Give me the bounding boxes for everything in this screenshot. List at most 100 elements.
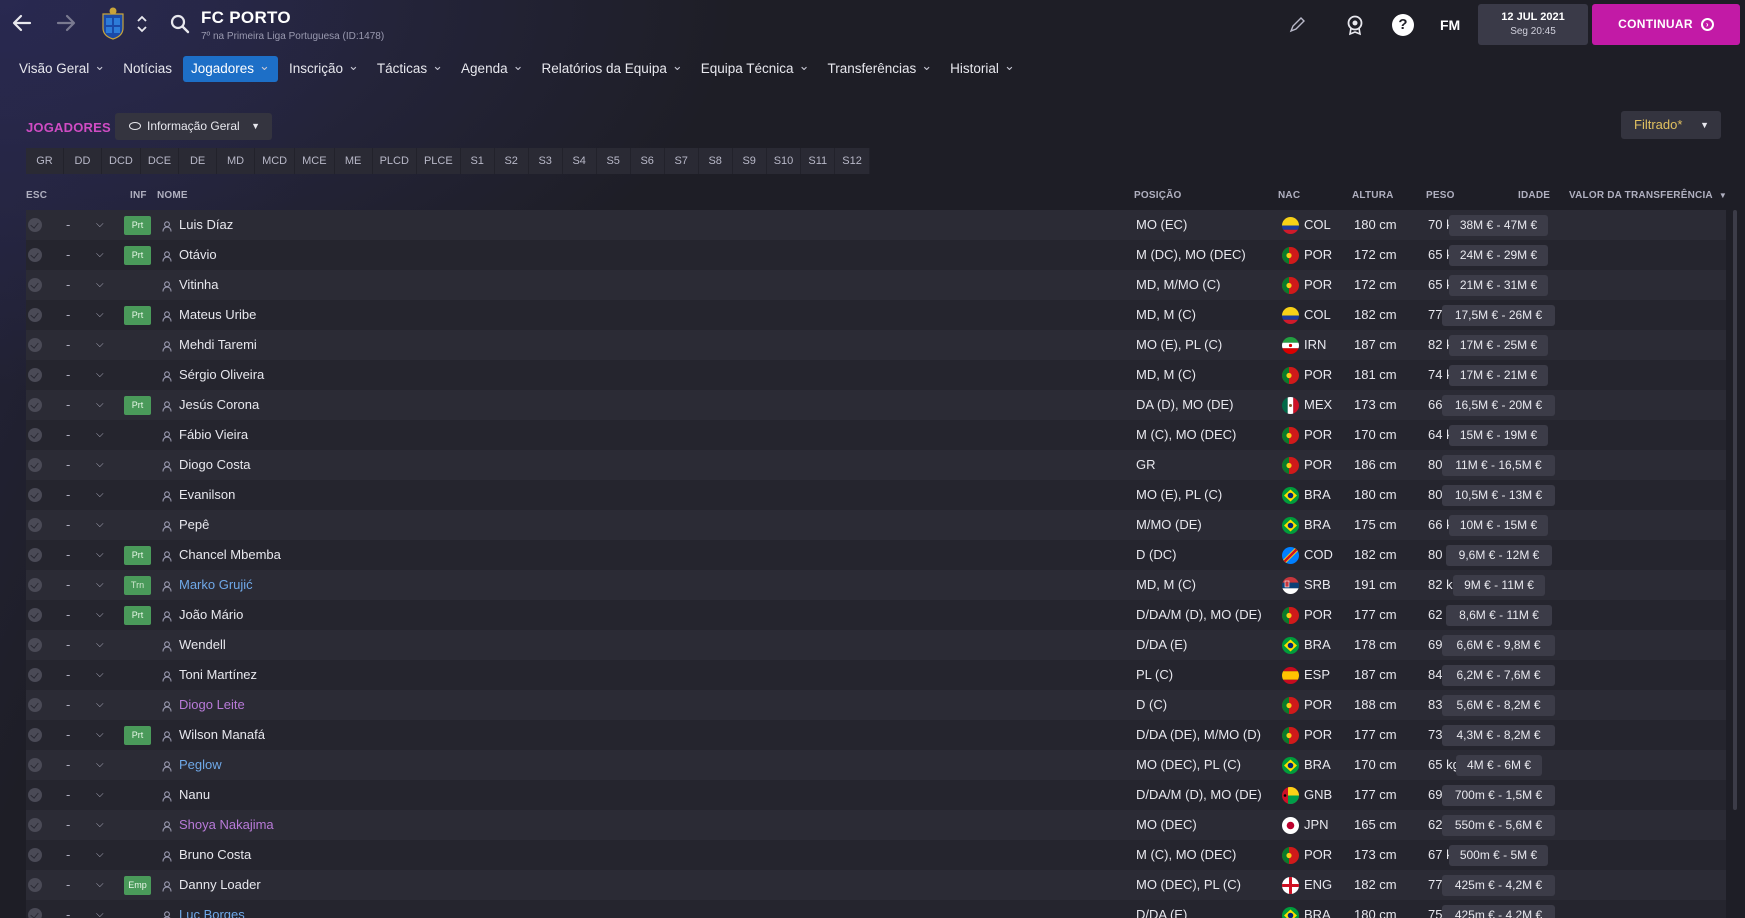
position-filter-chip[interactable]: S2 — [494, 148, 529, 174]
player-name[interactable]: Bruno Costa — [179, 840, 251, 870]
player-nationality[interactable]: POR — [1304, 270, 1332, 300]
menu-item-0[interactable]: Visão Geral ⌄ — [12, 56, 112, 82]
club-title[interactable]: FC PORTO — [201, 8, 291, 28]
menu-item-4[interactable]: Tácticas ⌄ — [370, 56, 450, 82]
select-check-icon[interactable] — [28, 338, 42, 352]
select-check-icon[interactable] — [28, 788, 42, 802]
fm-logo[interactable]: FM — [1440, 17, 1460, 33]
menu-item-3[interactable]: Inscrição ⌄ — [282, 56, 366, 82]
player-nationality[interactable]: COL — [1304, 210, 1331, 240]
player-nationality[interactable]: POR — [1304, 690, 1332, 720]
player-nationality[interactable]: BRA — [1304, 630, 1331, 660]
row-expand-chevron-icon[interactable]: ⌵ — [96, 540, 104, 570]
info-badge[interactable]: Prt — [124, 216, 151, 235]
position-filter-chip[interactable]: GR — [26, 148, 64, 174]
table-row[interactable]: - ⌵ Emp Danny Loader MO (DEC), PL (C) ENG 182 … — [26, 870, 1726, 900]
column-header-altura[interactable]: ALTURA — [1352, 190, 1394, 201]
menu-item-5[interactable]: Agenda ⌄ — [454, 56, 530, 82]
player-nationality[interactable]: ESP — [1304, 660, 1330, 690]
player-name[interactable]: Diogo Leite — [179, 690, 245, 720]
select-check-icon[interactable] — [28, 248, 42, 262]
award-icon[interactable] — [1344, 14, 1366, 36]
pencil-icon[interactable] — [1286, 14, 1308, 36]
row-expand-chevron-icon[interactable]: ⌵ — [96, 870, 104, 900]
player-nationality[interactable]: POR — [1304, 600, 1332, 630]
position-filter-chip[interactable]: S11 — [801, 148, 836, 174]
player-nationality[interactable]: BRA — [1304, 750, 1331, 780]
player-name[interactable]: Fábio Vieira — [179, 420, 248, 450]
row-expand-chevron-icon[interactable]: ⌵ — [96, 240, 104, 270]
table-row[interactable]: -⌵PrtMateus UribeMD, M (C)COL182 cm77 kg… — [26, 300, 1726, 330]
select-check-icon[interactable] — [28, 638, 42, 652]
player-name[interactable]: Luc Borges — [179, 900, 245, 918]
table-row[interactable]: -⌵WendellD/DA (E)BRA178 cm69 kg276,6M € … — [26, 630, 1726, 660]
select-check-icon[interactable] — [28, 608, 42, 622]
position-filter-chip[interactable]: PLCE — [416, 148, 461, 174]
table-row[interactable]: -⌵PeglowMO (DEC), PL (C)BRA170 cm65 kg19… — [26, 750, 1726, 780]
table-row[interactable]: -⌵Toni MartínezPL (C)ESP187 cm84 kg246,2… — [26, 660, 1726, 690]
row-expand-chevron-icon[interactable]: ⌵ — [96, 810, 104, 840]
player-name[interactable]: Chancel Mbemba — [179, 540, 281, 570]
row-expand-chevron-icon[interactable]: ⌵ — [96, 900, 104, 918]
row-expand-chevron-icon[interactable]: ⌵ — [96, 210, 104, 240]
player-nationality[interactable]: POR — [1304, 720, 1332, 750]
player-name[interactable]: Otávio — [179, 240, 217, 270]
position-filter-chip[interactable]: S3 — [528, 148, 563, 174]
row-expand-chevron-icon[interactable]: ⌵ — [96, 450, 104, 480]
player-nationality[interactable]: POR — [1304, 450, 1332, 480]
player-name[interactable]: Mateus Uribe — [179, 300, 256, 330]
player-name[interactable]: Evanilson — [179, 480, 235, 510]
row-expand-chevron-icon[interactable]: ⌵ — [96, 750, 104, 780]
column-header-inf[interactable]: INF — [130, 190, 147, 201]
player-name[interactable]: Nanu — [179, 780, 210, 810]
menu-item-7[interactable]: Equipa Técnica ⌄ — [694, 56, 817, 82]
row-expand-chevron-icon[interactable]: ⌵ — [96, 510, 104, 540]
menu-item-9[interactable]: Historial ⌄ — [943, 56, 1022, 82]
player-name[interactable]: Marko Grujić — [179, 570, 253, 600]
player-name[interactable]: Wilson Manafá — [179, 720, 265, 750]
row-expand-chevron-icon[interactable]: ⌵ — [96, 600, 104, 630]
select-check-icon[interactable] — [28, 398, 42, 412]
position-filter-chip[interactable]: S9 — [732, 148, 767, 174]
column-header-posicao[interactable]: POSIÇÃO — [1134, 190, 1182, 201]
table-row[interactable]: - ⌵ Sérgio Oliveira MD, M (C) POR 181 cm 74 kg… — [26, 360, 1726, 390]
player-name[interactable]: Luis Díaz — [179, 210, 233, 240]
position-filter-chip[interactable]: S7 — [664, 148, 699, 174]
game-date[interactable]: 12 JUL 2021 Seg 20:45 — [1478, 4, 1588, 45]
select-check-icon[interactable] — [28, 698, 42, 712]
continue-button[interactable]: CONTINUAR › — [1592, 4, 1740, 45]
row-expand-chevron-icon[interactable]: ⌵ — [96, 570, 104, 600]
player-nationality[interactable]: JPN — [1304, 810, 1329, 840]
column-header-esc[interactable]: ESC — [26, 190, 47, 201]
select-check-icon[interactable] — [28, 878, 42, 892]
select-check-icon[interactable] — [28, 278, 42, 292]
position-filter-chip[interactable]: MD — [217, 148, 256, 174]
position-filter-chip[interactable]: DCE — [140, 148, 180, 174]
table-row[interactable]: -⌵Luc BorgesD/DA (E)BRA180 cm75 kg20425m… — [26, 900, 1726, 918]
player-nationality[interactable]: COD — [1304, 540, 1333, 570]
info-badge[interactable]: Prt — [124, 726, 151, 745]
position-filter-chip[interactable]: S10 — [766, 148, 802, 174]
table-scrollbar[interactable] — [1733, 210, 1737, 810]
position-filter-chip[interactable]: DD — [64, 148, 102, 174]
table-row[interactable]: -⌵PepêM/MO (DE)BRA175 cm66 kg2410M € - 1… — [26, 510, 1726, 540]
back-arrow-icon[interactable] — [10, 12, 34, 36]
player-nationality[interactable]: BRA — [1304, 900, 1331, 918]
select-check-icon[interactable] — [28, 728, 42, 742]
player-name[interactable]: Danny Loader — [179, 870, 261, 900]
table-row[interactable]: - ⌵ Prt Jesús Corona DA (D), MO (DE) MEX 173 c… — [26, 390, 1726, 420]
row-expand-chevron-icon[interactable]: ⌵ — [96, 390, 104, 420]
select-check-icon[interactable] — [28, 368, 42, 382]
select-check-icon[interactable] — [28, 548, 42, 562]
info-badge[interactable]: Prt — [124, 606, 151, 625]
position-filter-chip[interactable]: S1 — [460, 148, 495, 174]
player-nationality[interactable]: POR — [1304, 240, 1332, 270]
select-check-icon[interactable] — [28, 458, 42, 472]
column-header-nac[interactable]: NAC — [1278, 190, 1300, 201]
row-expand-chevron-icon[interactable]: ⌵ — [96, 840, 104, 870]
player-nationality[interactable]: ENG — [1304, 870, 1332, 900]
player-nationality[interactable]: BRA — [1304, 480, 1331, 510]
column-header-nome[interactable]: NOME — [157, 190, 188, 201]
table-row[interactable]: -⌵PrtLuis DíazMO (EC)COL180 cm70 kg2438M… — [26, 210, 1726, 240]
position-filter-chip[interactable]: DE — [179, 148, 218, 174]
